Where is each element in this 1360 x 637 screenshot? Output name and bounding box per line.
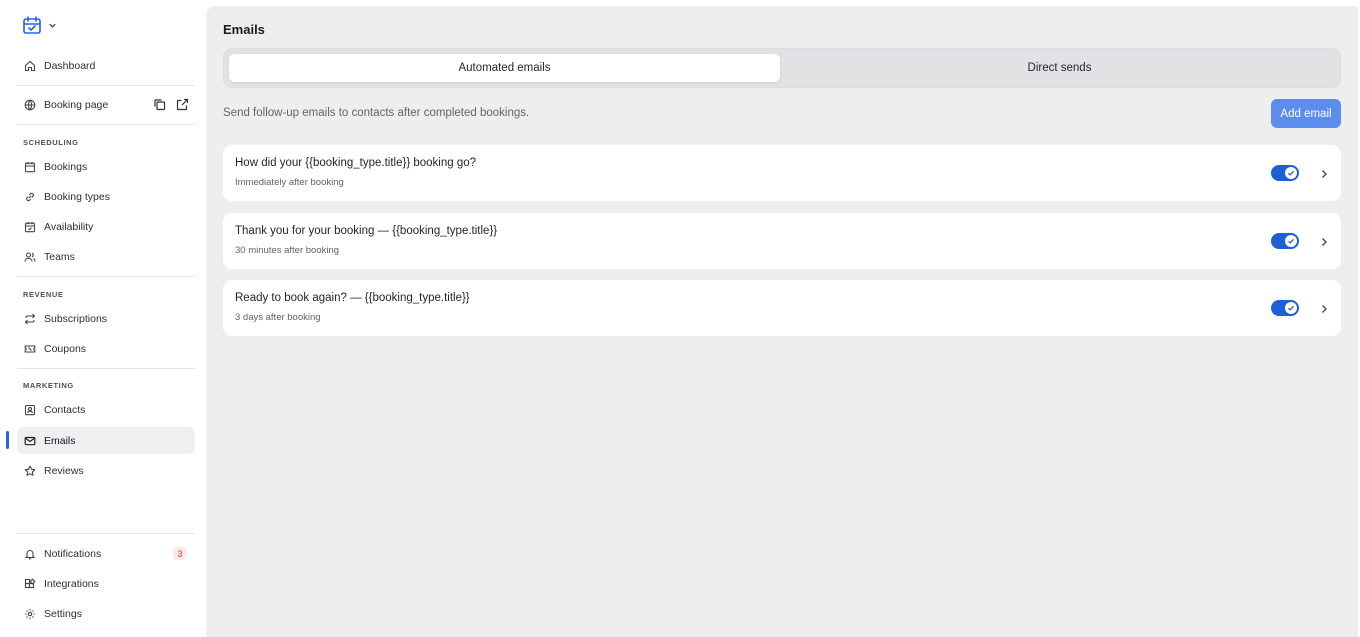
sidebar-item-dashboard[interactable]: Dashboard: [17, 52, 195, 79]
active-indicator: [6, 431, 9, 449]
sidebar-item-label: Notifications: [44, 547, 102, 560]
section-label-scheduling: SCHEDULING: [23, 138, 79, 147]
chevron-right-icon[interactable]: [1319, 302, 1329, 320]
section-label-revenue: REVENUE: [23, 290, 64, 299]
workspace-switcher[interactable]: [22, 15, 57, 35]
contact-icon: [24, 404, 36, 416]
booking-page-actions: [153, 98, 189, 116]
sidebar-item-integrations[interactable]: Integrations: [17, 570, 195, 597]
sidebar: Dashboard Booking page SCHEDULING Bookin…: [0, 0, 206, 637]
sidebar-item-label: Booking types: [44, 190, 110, 203]
sidebar-item-coupons[interactable]: Coupons: [17, 335, 195, 362]
sidebar-item-label: Dashboard: [44, 59, 96, 72]
sidebar-item-bookings[interactable]: Bookings: [17, 153, 195, 180]
add-email-button[interactable]: Add email: [1271, 99, 1341, 128]
gear-icon: [24, 608, 36, 620]
check-icon: [1285, 235, 1297, 247]
tab-automated-emails[interactable]: Automated emails: [229, 54, 780, 82]
email-timing: Immediately after booking: [235, 177, 344, 188]
divider: [17, 124, 195, 125]
divider: [17, 533, 195, 534]
email-enabled-toggle[interactable]: [1271, 233, 1299, 249]
divider: [17, 85, 195, 86]
sidebar-item-notifications[interactable]: Notifications 3: [17, 540, 195, 567]
calendar-check-icon: [24, 221, 36, 233]
section-label-marketing: MARKETING: [23, 381, 74, 390]
divider: [17, 276, 195, 277]
sidebar-item-label: Emails: [44, 434, 76, 447]
globe-icon: [24, 99, 36, 111]
sidebar-item-teams[interactable]: Teams: [17, 243, 195, 270]
calendar-logo-icon: [22, 15, 42, 35]
home-icon: [24, 60, 36, 72]
sidebar-item-label: Subscriptions: [44, 312, 108, 325]
users-icon: [24, 251, 36, 263]
calendar-icon: [24, 161, 36, 173]
tab-bar: Automated emails Direct sends: [223, 48, 1341, 88]
sidebar-item-label: Coupons: [44, 342, 87, 355]
sidebar-item-contacts[interactable]: Contacts: [17, 396, 195, 423]
page-title: Emails: [223, 22, 265, 37]
email-card[interactable]: How did your {{booking_type.title}} book…: [223, 145, 1341, 201]
chevron-right-icon[interactable]: [1319, 235, 1329, 253]
email-title: Thank you for your booking — {{booking_t…: [235, 225, 498, 237]
puzzle-icon: [24, 577, 36, 590]
star-icon: [24, 465, 36, 477]
mail-icon: [24, 435, 36, 447]
sidebar-item-label: Booking page: [44, 98, 109, 111]
sidebar-item-reviews[interactable]: Reviews: [17, 457, 195, 484]
chevron-right-icon[interactable]: [1319, 167, 1329, 185]
sidebar-item-subscriptions[interactable]: Subscriptions: [17, 305, 195, 332]
email-timing: 3 days after booking: [235, 312, 321, 323]
email-card[interactable]: Thank you for your booking — {{booking_t…: [223, 213, 1341, 269]
ticket-icon: [24, 343, 36, 355]
sidebar-item-label: Reviews: [44, 464, 84, 477]
repeat-icon: [24, 313, 36, 325]
sidebar-item-label: Bookings: [44, 160, 88, 173]
link-icon: [24, 191, 36, 203]
email-enabled-toggle[interactable]: [1271, 165, 1299, 181]
check-icon: [1285, 302, 1297, 314]
email-card[interactable]: Ready to book again? — {{booking_type.ti…: [223, 280, 1341, 336]
sidebar-item-availability[interactable]: Availability: [17, 213, 195, 240]
check-icon: [1285, 167, 1297, 179]
sidebar-item-label: Teams: [44, 250, 75, 263]
divider: [17, 368, 195, 369]
sidebar-item-label: Settings: [44, 607, 82, 620]
copy-icon[interactable]: [153, 98, 166, 116]
sidebar-item-booking-types[interactable]: Booking types: [17, 183, 195, 210]
chevron-down-icon: [48, 21, 57, 30]
email-enabled-toggle[interactable]: [1271, 300, 1299, 316]
bell-icon: [24, 548, 36, 560]
sidebar-item-label: Integrations: [44, 577, 99, 590]
email-timing: 30 minutes after booking: [235, 245, 340, 256]
main-content: Emails Automated emails Direct sends Sen…: [206, 6, 1358, 637]
tab-direct-sends[interactable]: Direct sends: [784, 54, 1335, 82]
email-title: Ready to book again? — {{booking_type.ti…: [235, 292, 470, 304]
sidebar-item-label: Contacts: [44, 403, 86, 416]
page-description: Send follow-up emails to contacts after …: [223, 107, 530, 119]
email-title: How did your {{booking_type.title}} book…: [235, 157, 477, 169]
external-link-icon[interactable]: [176, 98, 189, 116]
sidebar-item-settings[interactable]: Settings: [17, 600, 195, 627]
notification-count-badge: 3: [173, 547, 187, 560]
sidebar-item-emails[interactable]: Emails: [17, 427, 195, 454]
sidebar-item-label: Availability: [44, 220, 94, 233]
